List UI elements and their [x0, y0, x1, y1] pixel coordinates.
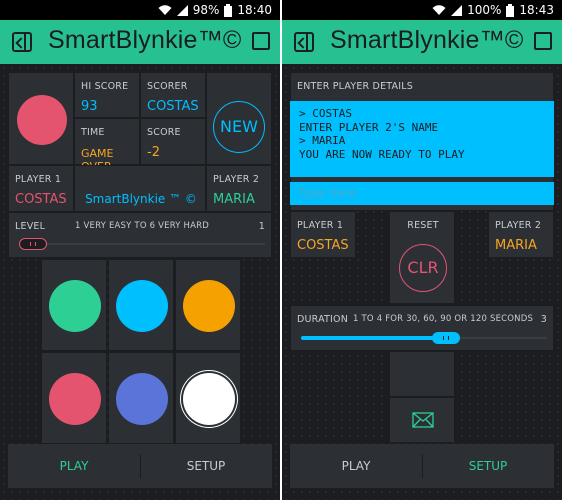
- scorer-value: COSTAS: [147, 99, 199, 114]
- duration-label: DURATION: [297, 314, 349, 325]
- player2-value: MARIA: [495, 238, 537, 253]
- status-led: [17, 95, 67, 145]
- color-button[interactable]: [116, 373, 168, 425]
- right-phone: 100% 18:43 SmartBlynkie™© ENTER PLAYER D…: [282, 0, 562, 500]
- color-button-cell: [108, 352, 174, 444]
- player1-panel: PLAYER 1 COSTAS: [8, 165, 74, 212]
- color-button-cell: [41, 352, 107, 444]
- terminal-input[interactable]: Type here: [290, 182, 554, 205]
- wifi-icon: [432, 4, 446, 15]
- left-phone: 98% 18:40 SmartBlynkie™© HI SCORE 93 SCO…: [0, 0, 280, 500]
- battery-icon: [506, 3, 515, 17]
- stop-icon[interactable]: [534, 32, 552, 50]
- terminal-output: > COSTAS ENTER PLAYER 2'S NAME > MARIA Y…: [290, 101, 554, 177]
- terminal-line: > MARIA: [299, 134, 346, 147]
- stop-icon[interactable]: [252, 32, 270, 50]
- app-title: SmartBlynkie™©: [48, 26, 242, 54]
- time-label: TIME: [81, 127, 105, 138]
- app-bar: SmartBlynkie™©: [0, 20, 280, 64]
- battery-text: 100%: [467, 3, 502, 17]
- color-button[interactable]: [116, 280, 168, 332]
- scorer-label: SCORER: [147, 81, 188, 92]
- reset-label: RESET: [407, 220, 439, 231]
- score-value: -2: [147, 145, 160, 160]
- empty-panel: [389, 351, 455, 397]
- hi-score-value: 93: [81, 99, 98, 114]
- player2-value: MARIA: [213, 192, 255, 207]
- status-bar: 98% 18:40: [0, 0, 280, 20]
- player1-panel: PLAYER 1 COSTAS: [290, 211, 356, 258]
- signal-icon: [176, 4, 188, 16]
- color-button-cell: [41, 259, 107, 351]
- player2-label: PLAYER 2: [213, 174, 260, 185]
- level-slider-panel: LEVEL 1 VERY EASY TO 6 VERY HARD 1: [8, 212, 272, 258]
- brand-panel: SmartBlynkie ™ ©: [74, 165, 206, 212]
- duration-range: 1 TO 4 FOR 30, 60, 90 OR 120 SECONDS: [353, 314, 534, 324]
- player2-label: PLAYER 2: [495, 220, 542, 231]
- battery-text: 98%: [192, 3, 220, 17]
- duration-slider-fill: [301, 336, 446, 340]
- color-button[interactable]: [49, 280, 101, 332]
- player1-label: PLAYER 1: [15, 174, 62, 185]
- wifi-icon: [158, 4, 172, 15]
- terminal-line: > COSTAS: [299, 107, 352, 120]
- app-bar: SmartBlynkie™©: [282, 20, 562, 64]
- play-button[interactable]: PLAY: [8, 444, 140, 488]
- setup-button[interactable]: SETUP: [422, 444, 554, 488]
- duration-value: 3: [540, 314, 547, 325]
- play-button[interactable]: PLAY: [290, 444, 422, 488]
- level-slider-track[interactable]: [19, 243, 265, 245]
- email-icon[interactable]: [412, 412, 434, 428]
- setup-button[interactable]: SETUP: [140, 444, 272, 488]
- terminal-section-label: ENTER PLAYER DETAILS: [297, 81, 413, 92]
- led-panel: [8, 72, 74, 165]
- level-value: 1: [258, 221, 265, 232]
- color-button-cell: [175, 352, 241, 444]
- right-footer: PLAY SETUP: [290, 444, 554, 488]
- clr-button[interactable]: CLR: [399, 244, 447, 292]
- brand-text: SmartBlynkie ™ ©: [85, 192, 197, 206]
- duration-slider-thumb[interactable]: [431, 332, 460, 344]
- level-range: 1 VERY EASY TO 6 VERY HARD: [75, 221, 210, 231]
- color-button[interactable]: [183, 280, 235, 332]
- email-panel: [389, 397, 455, 443]
- hi-score-label: HI SCORE: [81, 81, 129, 92]
- color-button-cell: [175, 259, 241, 351]
- player1-value: COSTAS: [297, 238, 349, 253]
- hi-score-panel: HI SCORE 93: [74, 72, 140, 118]
- app-title: SmartBlynkie™©: [330, 26, 524, 54]
- player2-panel: PLAYER 2 MARIA: [488, 211, 554, 258]
- back-icon[interactable]: [12, 32, 32, 52]
- new-button[interactable]: NEW: [213, 101, 265, 153]
- score-label: SCORE: [147, 127, 181, 138]
- clock-text: 18:43: [519, 3, 554, 17]
- color-button[interactable]: [183, 373, 235, 425]
- player1-label: PLAYER 1: [297, 220, 344, 231]
- new-panel: NEW: [206, 72, 272, 165]
- terminal-line: ENTER PLAYER 2'S NAME: [299, 120, 439, 134]
- scorer-panel: SCORER COSTAS: [140, 72, 206, 118]
- player2-panel: PLAYER 2 MARIA: [206, 165, 272, 212]
- player1-value: COSTAS: [15, 192, 67, 207]
- left-footer: PLAY SETUP: [8, 444, 272, 488]
- color-button[interactable]: [49, 373, 101, 425]
- status-bar: 100% 18:43: [282, 0, 562, 20]
- signal-icon: [451, 4, 463, 16]
- terminal-line: YOU ARE NOW READY TO PLAY: [299, 147, 465, 161]
- clock-text: 18:40: [237, 3, 272, 17]
- battery-icon: [224, 3, 233, 17]
- color-button-cell: [108, 259, 174, 351]
- time-panel: TIME GAME OVER: [74, 118, 140, 173]
- level-slider-thumb[interactable]: [19, 238, 47, 250]
- duration-slider-panel: DURATION 1 TO 4 FOR 30, 60, 90 OR 120 SE…: [290, 305, 554, 351]
- back-icon[interactable]: [294, 32, 314, 52]
- score-panel: SCORE -2: [140, 118, 206, 165]
- reset-panel: RESET CLR: [389, 211, 455, 304]
- level-label: LEVEL: [15, 221, 46, 232]
